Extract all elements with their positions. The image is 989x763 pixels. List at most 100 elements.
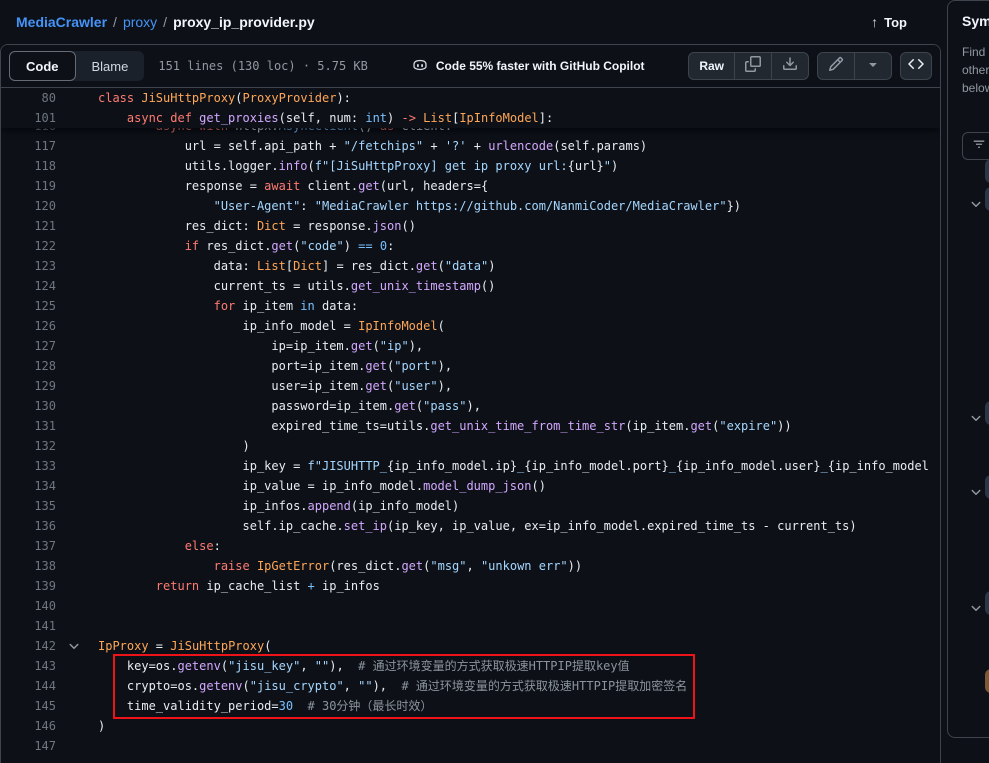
line-number[interactable]: 128 <box>1 356 56 376</box>
line-number[interactable]: 142 <box>1 636 56 656</box>
code-text: password=ip_item.get("pass"), <box>98 396 940 416</box>
code-line-120: 120 "User-Agent": "MediaCrawler https://… <box>1 196 940 216</box>
line-number[interactable]: 134 <box>1 476 56 496</box>
gutter-spacer <box>56 656 98 676</box>
code-line-124: 124 current_ts = utils.get_unix_timestam… <box>1 276 940 296</box>
symbols-panel: Symbols Find definitions and references … <box>947 0 989 738</box>
code-text: IpProxy = JiSuHttpProxy( <box>98 636 940 656</box>
tab-code[interactable]: Code <box>9 51 76 81</box>
gutter-spacer <box>56 88 98 108</box>
symbol-item-highlight <box>985 401 989 425</box>
code-line-123: 123 data: List[Dict] = res_dict.get("dat… <box>1 256 940 276</box>
line-number[interactable]: 133 <box>1 456 56 476</box>
line-number[interactable]: 120 <box>1 196 56 216</box>
code-text: user=ip_item.get("user"), <box>98 376 940 396</box>
code-line-134: 134 ip_value = ip_info_model.model_dump_… <box>1 476 940 496</box>
line-number[interactable]: 124 <box>1 276 56 296</box>
copy-icon <box>745 56 761 77</box>
copy-button[interactable] <box>734 53 771 79</box>
gutter-spacer <box>56 296 98 316</box>
symbol-item[interactable] <box>948 591 989 615</box>
line-number[interactable]: 144 <box>1 676 56 696</box>
code-line-128: 128 port=ip_item.get("port"), <box>1 356 940 376</box>
code-line-143: 143 key=os.getenv("jisu_key", ""), # 通过环… <box>1 656 940 676</box>
symbol-item[interactable] <box>948 187 989 211</box>
line-number[interactable]: 138 <box>1 556 56 576</box>
line-number[interactable]: 123 <box>1 256 56 276</box>
symbols-toggle-button[interactable] <box>900 52 932 80</box>
pencil-icon <box>828 56 844 77</box>
code-symbols-icon <box>908 56 924 77</box>
line-number[interactable]: 132 <box>1 436 56 456</box>
code-text: async def get_proxies(self, num: int) ->… <box>98 108 940 128</box>
line-number[interactable]: 147 <box>1 736 56 756</box>
line-number[interactable]: 145 <box>1 696 56 716</box>
code-line-141: 141 <box>1 616 940 636</box>
line-number[interactable]: 125 <box>1 296 56 316</box>
code-line-126: 126 ip_info_model = IpInfoModel( <box>1 316 940 336</box>
gutter-spacer <box>56 416 98 436</box>
gutter-spacer <box>56 456 98 476</box>
line-number[interactable]: 129 <box>1 376 56 396</box>
symbol-item[interactable] <box>948 401 989 425</box>
breadcrumb-folder-link[interactable]: proxy <box>123 14 157 30</box>
edit-dropdown-button[interactable] <box>854 53 891 79</box>
copilot-banner-text: Code 55% faster with GitHub Copilot <box>436 59 645 73</box>
line-number[interactable]: 101 <box>1 108 56 128</box>
download-button[interactable] <box>771 53 808 79</box>
symbol-item-highlight <box>985 159 989 183</box>
code-text: port=ip_item.get("port"), <box>98 356 940 376</box>
gutter-spacer <box>56 276 98 296</box>
symbol-item-highlight <box>985 591 989 615</box>
collapse-chevron-icon[interactable] <box>56 636 98 656</box>
raw-button-label: Raw <box>699 59 724 73</box>
line-number[interactable]: 137 <box>1 536 56 556</box>
breadcrumb: MediaCrawler / proxy / proxy_ip_provider… <box>0 0 989 44</box>
code-lines: 116 async with httpx.AsyncClient() as cl… <box>1 116 940 756</box>
line-number[interactable]: 121 <box>1 216 56 236</box>
gutter-spacer <box>56 396 98 416</box>
gutter-spacer <box>56 196 98 216</box>
line-number[interactable]: 119 <box>1 176 56 196</box>
tab-blame[interactable]: Blame <box>76 51 145 81</box>
line-number[interactable]: 146 <box>1 716 56 736</box>
back-to-top-link[interactable]: ↑ Top <box>871 0 907 44</box>
symbol-item[interactable] <box>948 159 989 183</box>
filter-icon <box>972 137 986 156</box>
line-number[interactable]: 80 <box>1 88 56 108</box>
line-number[interactable]: 141 <box>1 616 56 636</box>
code-line-125: 125 for ip_item in data: <box>1 296 940 316</box>
code-text <box>98 596 940 616</box>
line-number[interactable]: 122 <box>1 236 56 256</box>
code-line-147: 147 <box>1 736 940 756</box>
edit-button[interactable] <box>818 53 854 79</box>
symbol-item[interactable] <box>948 669 989 693</box>
gutter-spacer <box>56 496 98 516</box>
line-number[interactable]: 131 <box>1 416 56 436</box>
code-line-137: 137 else: <box>1 536 940 556</box>
code-line-144: 144 crypto=os.getenv("jisu_crypto", ""),… <box>1 676 940 696</box>
line-number[interactable]: 135 <box>1 496 56 516</box>
symbol-item-highlight <box>985 475 989 499</box>
line-number[interactable]: 136 <box>1 516 56 536</box>
line-number[interactable]: 130 <box>1 396 56 416</box>
raw-button[interactable]: Raw <box>689 53 734 79</box>
line-number[interactable]: 118 <box>1 156 56 176</box>
gutter-spacer <box>56 236 98 256</box>
line-number[interactable]: 127 <box>1 336 56 356</box>
symbol-item[interactable] <box>948 475 989 499</box>
copilot-banner[interactable]: Code 55% faster with GitHub Copilot <box>412 57 645 76</box>
symbols-filter-input[interactable] <box>962 132 989 160</box>
line-number[interactable]: 117 <box>1 136 56 156</box>
code-text: response = await client.get(url, headers… <box>98 176 940 196</box>
code-text: utils.logger.info(f"[JiSuHttpProxy] get … <box>98 156 940 176</box>
file-meta-info: 151 lines (130 loc) · 5.75 KB <box>158 59 368 73</box>
breadcrumb-repo-link[interactable]: MediaCrawler <box>16 14 107 30</box>
line-number[interactable]: 143 <box>1 656 56 676</box>
line-number[interactable]: 139 <box>1 576 56 596</box>
line-number[interactable]: 140 <box>1 596 56 616</box>
code-text <box>98 616 940 636</box>
code-text: ip_info_model = IpInfoModel( <box>98 316 940 336</box>
gutter-spacer <box>56 316 98 336</box>
line-number[interactable]: 126 <box>1 316 56 336</box>
